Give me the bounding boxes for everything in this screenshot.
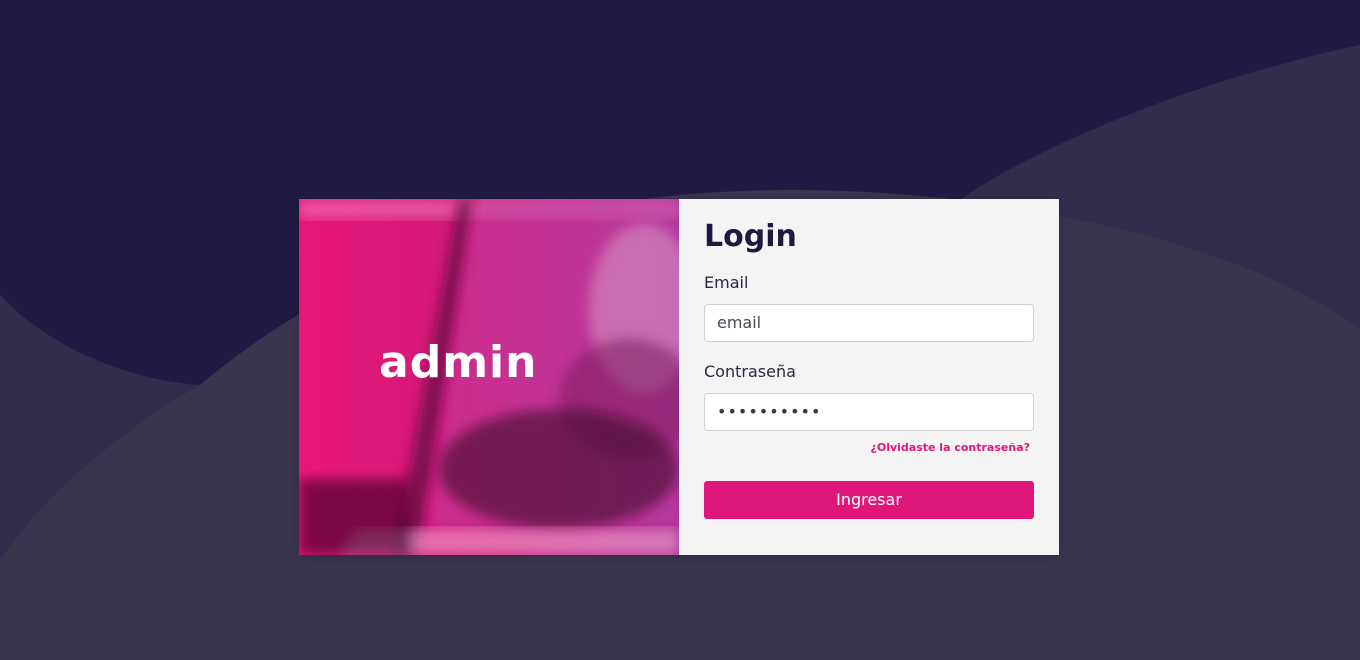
- login-card: admin Login Email email Contraseña •••••…: [299, 199, 1059, 555]
- login-title: Login: [704, 219, 797, 254]
- password-value: ••••••••••: [717, 402, 822, 421]
- password-input[interactable]: ••••••••••: [704, 393, 1034, 431]
- login-form: Login Email email Contraseña •••••••••• …: [679, 199, 1059, 555]
- admin-logo: admin: [379, 337, 538, 388]
- email-input[interactable]: email: [704, 304, 1034, 342]
- password-label: Contraseña: [704, 362, 796, 381]
- hero-image: admin: [299, 199, 679, 555]
- forgot-password-link[interactable]: ¿Olvidaste la contraseña?: [704, 441, 1034, 455]
- email-label: Email: [704, 273, 749, 292]
- login-submit-button[interactable]: Ingresar: [704, 481, 1034, 519]
